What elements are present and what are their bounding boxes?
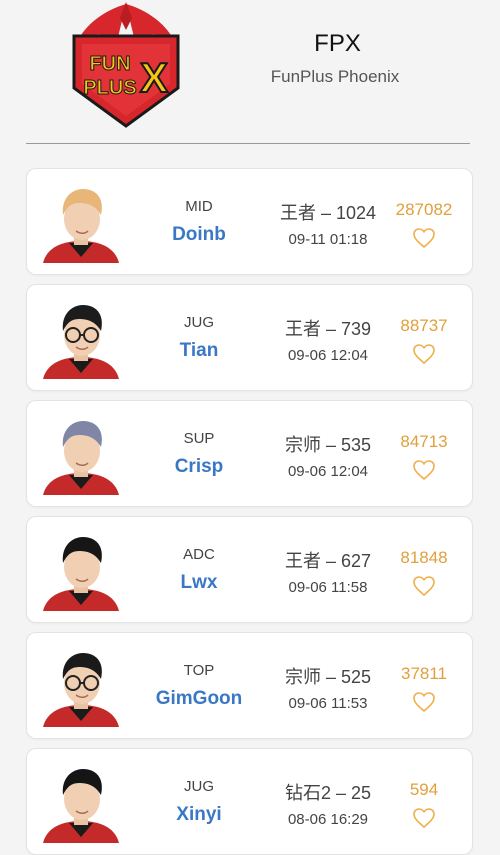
team-code: FPX [314, 30, 361, 57]
player-time: 09-06 11:53 [288, 695, 368, 712]
player-score: 287082 [395, 200, 453, 219]
player-role: JUG [184, 314, 214, 331]
player-avatar [43, 769, 119, 843]
player-name[interactable]: Doinb [139, 224, 259, 246]
team-header: FUN PLUS X FPX FunPlus Phoenix [0, 0, 500, 144]
player-card[interactable]: MID Doinb 王者 – 1024 09-11 01:18 287082 [26, 168, 473, 275]
funplus-phoenix-logo: FUN PLUS X [72, 2, 180, 128]
team-name: FunPlus Phoenix [270, 67, 400, 86]
player-name[interactable]: Lwx [139, 572, 259, 594]
player-avatar [43, 537, 119, 611]
player-rank: 王者 – 739 [284, 319, 372, 339]
header-divider [26, 143, 470, 144]
player-rank: 王者 – 627 [284, 551, 372, 571]
player-score: 37811 [400, 664, 447, 683]
player-card[interactable]: JUG Tian 王者 – 739 09-06 12:04 88737 [26, 284, 473, 391]
heart-icon[interactable] [412, 227, 436, 249]
player-avatar [43, 189, 119, 263]
heart-icon[interactable] [412, 807, 436, 829]
player-rank: 王者 – 1024 [279, 203, 377, 223]
player-score: 84713 [400, 432, 448, 451]
player-card[interactable]: TOP GimGoon 宗师 – 525 09-06 11:53 37811 [26, 632, 473, 739]
player-role: SUP [183, 430, 215, 447]
player-name[interactable]: Crisp [139, 456, 259, 478]
player-role: TOP [183, 662, 215, 679]
player-role: ADC [183, 546, 215, 563]
player-time: 08-06 16:29 [287, 811, 369, 828]
player-avatar [43, 653, 119, 727]
player-name[interactable]: Xinyi [139, 804, 259, 826]
player-avatar [43, 305, 119, 379]
player-rank: 宗师 – 525 [284, 667, 372, 687]
player-time: 09-06 12:04 [287, 463, 369, 480]
heart-icon[interactable] [412, 575, 436, 597]
player-time: 09-06 12:04 [287, 347, 369, 364]
player-name[interactable]: Tian [139, 340, 259, 362]
player-name[interactable]: GimGoon [139, 688, 259, 710]
svg-text:PLUS: PLUS [83, 77, 136, 99]
player-role: MID [185, 198, 213, 215]
svg-text:X: X [140, 54, 168, 101]
heart-icon[interactable] [412, 343, 436, 365]
heart-icon[interactable] [412, 459, 436, 481]
player-score: 594 [409, 780, 439, 799]
svg-text:FUN: FUN [89, 53, 130, 75]
player-time: 09-11 01:18 [288, 231, 368, 248]
player-rank: 钻石2 – 25 [284, 783, 372, 803]
player-score: 81848 [400, 548, 448, 567]
player-rank: 宗师 – 535 [284, 435, 372, 455]
heart-icon[interactable] [412, 691, 436, 713]
player-card[interactable]: JUG Xinyi 钻石2 – 25 08-06 16:29 594 [26, 748, 473, 855]
player-time: 09-06 11:58 [288, 579, 368, 596]
player-card[interactable]: ADC Lwx 王者 – 627 09-06 11:58 81848 [26, 516, 473, 623]
player-score: 88737 [400, 316, 448, 335]
player-avatar [43, 421, 119, 495]
player-card[interactable]: SUP Crisp 宗师 – 535 09-06 12:04 84713 [26, 400, 473, 507]
player-role: JUG [184, 778, 214, 795]
